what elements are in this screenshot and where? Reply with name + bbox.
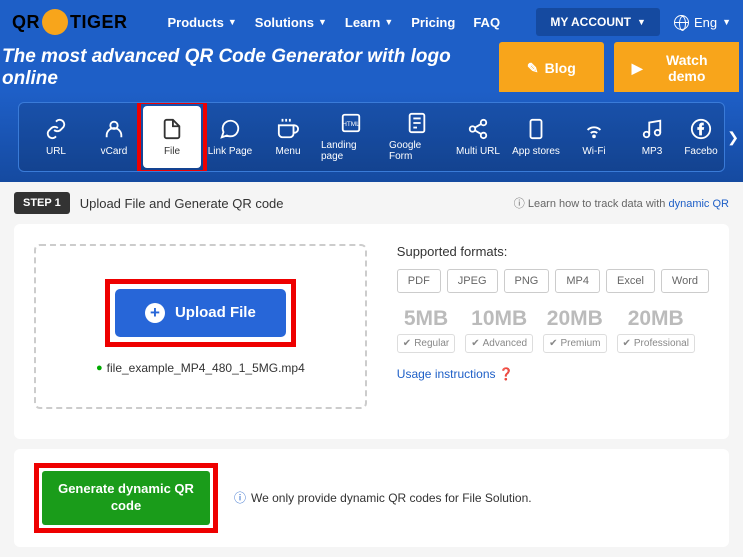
check-icon: ✔	[623, 338, 631, 349]
chevron-down-icon: ▼	[722, 17, 731, 27]
tier-professional: 20MB✔Professional	[617, 307, 695, 353]
check-icon: ✔	[549, 338, 557, 349]
step-badge: STEP 1	[14, 192, 70, 214]
wifi-icon	[583, 118, 605, 140]
tier-regular: 5MB✔Regular	[397, 307, 455, 353]
chevron-down-icon: ▼	[228, 17, 237, 27]
supported-title: Supported formats:	[397, 244, 709, 259]
nav-solutions[interactable]: Solutions▼	[255, 15, 327, 30]
tiger-icon	[42, 9, 68, 35]
generate-qr-button[interactable]: Generate dynamic QR code	[42, 471, 210, 525]
highlight-box: + Upload File	[105, 279, 296, 347]
fmt-excel[interactable]: Excel	[606, 269, 655, 293]
hero-buttons: ✎Blog ▶Watch demo	[499, 42, 739, 94]
chat-icon	[219, 118, 241, 140]
chevron-down-icon: ▼	[384, 17, 393, 27]
phone-icon	[525, 118, 547, 140]
html-icon: HTML	[340, 112, 362, 134]
plus-icon: +	[145, 303, 165, 323]
nav-learn[interactable]: Learn▼	[345, 15, 393, 30]
music-icon	[641, 118, 663, 140]
nav-pricing[interactable]: Pricing	[411, 15, 455, 30]
tab-linkpage[interactable]: Link Page	[201, 106, 259, 168]
my-account-button[interactable]: MY ACCOUNT▼	[536, 8, 660, 36]
watch-demo-button[interactable]: ▶Watch demo	[614, 42, 739, 94]
hero-title: The most advanced QR Code Generator with…	[0, 46, 499, 90]
highlight-box	[137, 102, 207, 172]
generate-panel: Generate dynamic QR code ⓘ We only provi…	[14, 449, 729, 547]
facebook-icon	[690, 118, 712, 140]
chevron-down-icon: ▼	[637, 17, 646, 27]
info-icon: ⓘ	[514, 198, 528, 210]
logo[interactable]: QR TIGER	[12, 9, 128, 35]
play-icon: ▶	[632, 60, 643, 77]
share-icon	[467, 118, 489, 140]
size-tiers: 5MB✔Regular 10MB✔Advanced 20MB✔Premium 2…	[397, 307, 709, 353]
check-icon: ●	[96, 362, 103, 374]
uploaded-filename: ● file_example_MP4_480_1_5MG.mp4	[96, 361, 305, 375]
learn-link: ⓘ Learn how to track data with dynamic Q…	[514, 195, 729, 211]
chevron-down-icon: ▼	[318, 17, 327, 27]
usage-instructions-link[interactable]: Usage instructions ❓	[397, 367, 709, 381]
step-header: STEP 1 Upload File and Generate QR code …	[14, 192, 729, 214]
nav-products[interactable]: Products▼	[168, 15, 237, 30]
check-icon: ✔	[471, 338, 479, 349]
tab-googleform[interactable]: Google Form	[385, 106, 449, 168]
tab-appstores[interactable]: App stores	[507, 106, 565, 168]
topbar: QR TIGER Products▼ Solutions▼ Learn▼ Pri…	[0, 0, 743, 44]
tab-url[interactable]: URL	[27, 106, 85, 168]
format-info: Supported formats: PDF JPEG PNG MP4 Exce…	[397, 244, 709, 409]
fmt-pdf[interactable]: PDF	[397, 269, 441, 293]
upload-panel: + Upload File ● file_example_MP4_480_1_5…	[14, 224, 729, 439]
tier-advanced: 10MB✔Advanced	[465, 307, 533, 353]
tab-wifi[interactable]: Wi-Fi	[565, 106, 623, 168]
highlight-box: Generate dynamic QR code	[34, 463, 218, 533]
fmt-word[interactable]: Word	[661, 269, 709, 293]
tab-menu[interactable]: Menu	[259, 106, 317, 168]
qr-type-tabs: URL vCard File Link Page Menu HTMLLandin…	[0, 92, 743, 182]
user-icon	[103, 118, 125, 140]
tab-vcard[interactable]: vCard	[85, 106, 143, 168]
content-area: STEP 1 Upload File and Generate QR code …	[0, 182, 743, 557]
help-icon: ❓	[499, 367, 514, 381]
tier-premium: 20MB✔Premium	[543, 307, 606, 353]
edit-icon: ✎	[527, 60, 539, 77]
upload-file-button[interactable]: + Upload File	[115, 289, 286, 337]
check-icon: ✔	[403, 338, 411, 349]
nav-faq[interactable]: FAQ	[473, 15, 500, 30]
step-text: Upload File and Generate QR code	[80, 196, 284, 211]
link-icon	[45, 118, 67, 140]
file-dropzone[interactable]: + Upload File ● file_example_MP4_480_1_5…	[34, 244, 367, 409]
blog-button[interactable]: ✎Blog	[499, 42, 604, 94]
fmt-png[interactable]: PNG	[504, 269, 550, 293]
tab-landing[interactable]: HTMLLanding page	[317, 106, 385, 168]
main-nav: Products▼ Solutions▼ Learn▼ Pricing FAQ	[168, 15, 501, 30]
fmt-mp4[interactable]: MP4	[555, 269, 600, 293]
cup-icon	[277, 118, 299, 140]
tabs-inner: URL vCard File Link Page Menu HTMLLandin…	[18, 102, 725, 172]
fmt-jpeg[interactable]: JPEG	[447, 269, 498, 293]
form-icon	[406, 112, 428, 134]
svg-text:HTML: HTML	[342, 121, 360, 128]
hero-bar: The most advanced QR Code Generator with…	[0, 44, 743, 92]
globe-icon	[674, 15, 689, 30]
tab-file[interactable]: File	[143, 106, 201, 168]
language-selector[interactable]: Eng ▼	[674, 15, 731, 30]
dynamic-qr-link[interactable]: dynamic QR	[668, 198, 729, 210]
tab-facebook[interactable]: Facebo	[681, 106, 721, 168]
generate-info: ⓘ We only provide dynamic QR codes for F…	[234, 489, 532, 506]
logo-pre: QR	[12, 12, 40, 33]
format-list: PDF JPEG PNG MP4 Excel Word	[397, 269, 709, 293]
tab-multiurl[interactable]: Multi URL	[449, 106, 507, 168]
tab-mp3[interactable]: MP3	[623, 106, 681, 168]
info-icon: ⓘ	[234, 489, 246, 506]
tabs-next-arrow[interactable]: ❯	[727, 129, 739, 146]
logo-post: TIGER	[70, 12, 128, 33]
